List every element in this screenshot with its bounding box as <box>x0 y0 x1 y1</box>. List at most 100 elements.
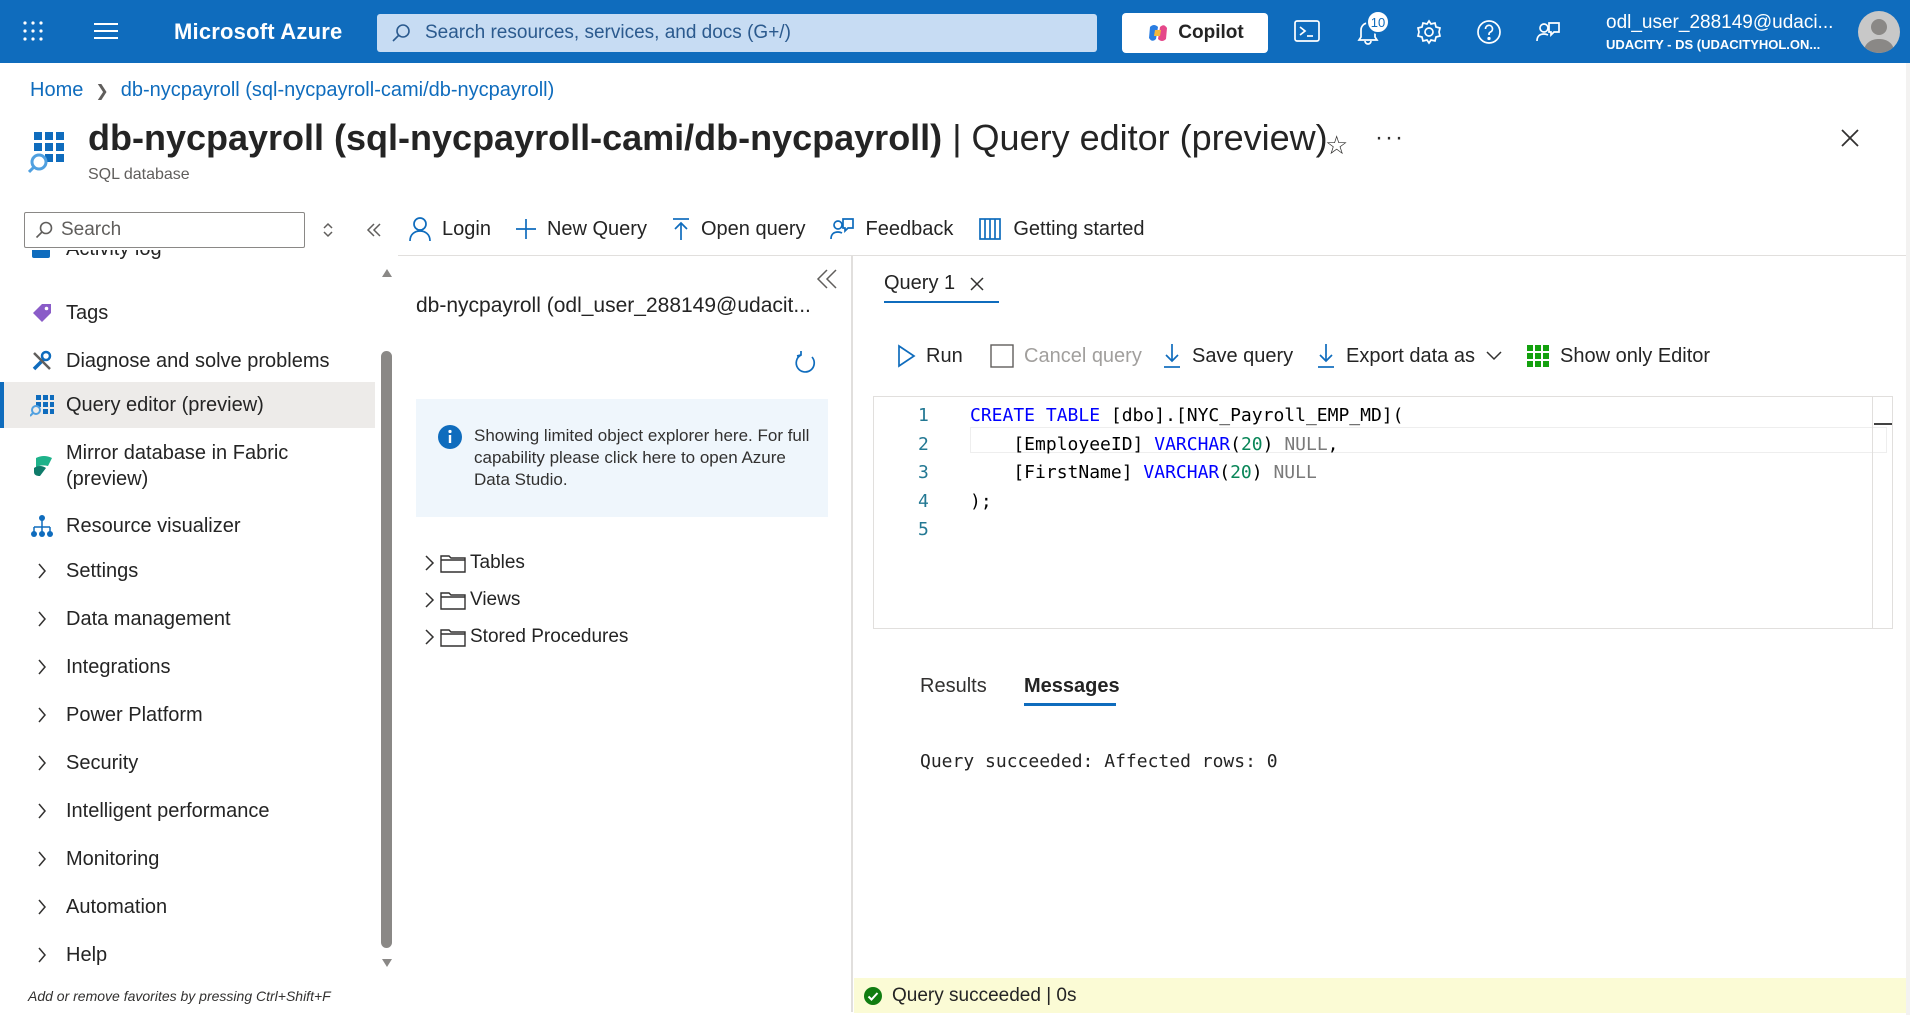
nav-group-settings[interactable]: Settings <box>0 553 375 589</box>
login-button[interactable]: Login <box>408 216 491 242</box>
left-navigation: Activity log Tags Diagnose and solve pro… <box>0 250 375 980</box>
open-query-button[interactable]: Open query <box>671 217 805 241</box>
nav-group-data-management[interactable]: Data management <box>0 601 375 637</box>
nav-item-diagnose[interactable]: Diagnose and solve problems <box>0 343 375 379</box>
account-menu[interactable]: odl_user_288149@udaci... UDACITY - DS (U… <box>1606 12 1833 52</box>
collapse-explorer-icon[interactable] <box>816 268 838 290</box>
chevron-right-icon <box>30 751 54 775</box>
info-banner[interactable]: Showing limited object explorer here. Fo… <box>416 399 828 517</box>
page-edge <box>1906 63 1910 1015</box>
tree-node-tables[interactable]: Tables <box>422 552 525 574</box>
more-options-icon[interactable]: ··· <box>1375 124 1405 152</box>
status-text: Query succeeded | 0s <box>892 984 1077 1006</box>
hamburger-menu-icon[interactable] <box>94 22 118 40</box>
breadcrumb-current[interactable]: db-nycpayroll (sql-nycpayroll-cami/db-ny… <box>121 79 554 102</box>
success-check-icon <box>864 986 882 1005</box>
explorer-splitter[interactable] <box>851 256 853 1012</box>
show-only-editor-button[interactable]: Show only Editor <box>1526 341 1710 371</box>
nav-scrollbar[interactable] <box>380 268 394 976</box>
folder-icon <box>440 555 466 573</box>
help-icon[interactable] <box>1476 19 1502 45</box>
chevron-right-icon <box>425 592 435 608</box>
copilot-icon <box>1149 25 1168 41</box>
nav-group-integrations[interactable]: Integrations <box>0 649 375 685</box>
nav-scrollbar-thumb[interactable] <box>381 351 392 948</box>
nav-group-security[interactable]: Security <box>0 745 375 781</box>
chevron-right-icon <box>30 703 54 727</box>
collapse-nav-icon[interactable] <box>366 222 382 238</box>
copilot-button[interactable]: Copilot <box>1122 13 1268 53</box>
nav-item-query-editor[interactable]: Query editor (preview) <box>0 382 375 428</box>
new-query-button[interactable]: New Query <box>515 218 647 241</box>
code-text: [EmployeeID] <box>970 434 1155 455</box>
getting-started-button[interactable]: Getting started <box>977 217 1145 241</box>
editor-cursor-marker <box>1874 423 1892 425</box>
chevron-right-icon <box>30 655 54 679</box>
feedback-icon[interactable] <box>1535 19 1561 45</box>
settings-gear-icon[interactable] <box>1416 19 1442 45</box>
avatar[interactable] <box>1858 11 1900 53</box>
new-query-label: New Query <box>546 217 647 240</box>
scroll-up-icon[interactable] <box>381 268 393 278</box>
show-only-editor-label: Show only Editor <box>1560 344 1711 367</box>
download-icon <box>1164 344 1180 368</box>
refresh-icon[interactable] <box>792 350 818 376</box>
tab-label: Query 1 <box>884 272 956 294</box>
nav-item-label-suffix: (preview) <box>66 468 149 490</box>
editor-scrollbar-track[interactable] <box>1872 397 1873 628</box>
tab-messages[interactable]: Messages <box>1024 675 1120 698</box>
close-blade-icon[interactable] <box>1840 128 1860 148</box>
code-text: ( <box>1219 462 1231 483</box>
nav-item-resource-visualizer[interactable]: Resource visualizer <box>0 508 375 544</box>
code-line: CREATE TABLE [dbo].[NYC_Payroll_EMP_MD]( <box>970 405 1403 426</box>
tab-query-1[interactable]: Query 1 <box>884 272 985 295</box>
nav-item-label-group: Mirror database in Fabric (preview) <box>66 440 288 492</box>
code-keyword: NULL <box>1284 434 1328 455</box>
global-search-input[interactable]: Search resources, services, and docs (G+… <box>377 14 1097 52</box>
info-icon <box>438 425 462 449</box>
nav-group-label: Data management <box>66 607 231 630</box>
cloud-shell-icon[interactable] <box>1294 19 1320 43</box>
nav-group-help[interactable]: Help <box>0 937 375 973</box>
code-text: [dbo].[NYC_Payroll_EMP_MD]( <box>1100 405 1404 426</box>
nav-group-intelligent-performance[interactable]: Intelligent performance <box>0 793 375 829</box>
app-launcher-icon[interactable] <box>22 20 44 42</box>
sort-toggle-icon[interactable] <box>321 221 335 239</box>
chevron-right-icon <box>30 847 54 871</box>
activity-log-icon <box>30 250 54 261</box>
close-tab-icon[interactable] <box>969 276 985 292</box>
run-button[interactable]: Run <box>896 341 963 371</box>
favorite-star-icon[interactable]: ☆ <box>1325 130 1348 161</box>
nav-group-label: Automation <box>66 895 168 918</box>
line-number: 4 <box>918 491 929 512</box>
result-message: Query succeeded: Affected rows: 0 <box>920 751 1278 772</box>
nav-item-mirror-fabric[interactable]: Mirror database in Fabric (preview) <box>0 436 375 496</box>
nav-item-tags[interactable]: Tags <box>0 295 375 331</box>
grid-icon <box>1527 345 1549 367</box>
page-title-resource: db-nycpayroll (sql-nycpayroll-cami/db-ny… <box>88 117 943 158</box>
nav-group-automation[interactable]: Automation <box>0 889 375 925</box>
tree-node-stored-procedures[interactable]: Stored Procedures <box>422 626 628 648</box>
code-text: [FirstName] <box>970 462 1144 483</box>
tree-node-views[interactable]: Views <box>422 589 520 611</box>
code-editor[interactable]: 1 2 3 4 5 CREATE TABLE [dbo].[NYC_Payrol… <box>873 396 1893 629</box>
nav-group-monitoring[interactable]: Monitoring <box>0 841 375 877</box>
cancel-query-button[interactable]: Cancel query <box>990 341 1142 371</box>
chevron-right-icon <box>425 555 435 571</box>
save-query-button[interactable]: Save query <box>1162 341 1293 371</box>
code-text: , <box>1327 434 1339 455</box>
nav-item-activity-log[interactable]: Activity log <box>0 250 375 264</box>
info-text: Showing limited object explorer here. Fo… <box>474 426 810 489</box>
scroll-down-icon[interactable] <box>381 958 393 968</box>
nav-search-input[interactable]: Search <box>24 212 305 248</box>
nav-group-label: Monitoring <box>66 847 160 870</box>
breadcrumb-home[interactable]: Home <box>30 79 83 102</box>
tab-results[interactable]: Results <box>920 675 987 698</box>
export-data-dropdown[interactable]: Export data as <box>1316 341 1503 371</box>
nav-group-power-platform[interactable]: Power Platform <box>0 697 375 733</box>
brand-title[interactable]: Microsoft Azure <box>174 19 342 45</box>
upload-icon <box>672 218 689 240</box>
feedback-button[interactable]: Feedback <box>829 216 953 242</box>
code-text: ( <box>1230 434 1241 455</box>
code-keyword: CREATE TABLE <box>970 405 1101 426</box>
